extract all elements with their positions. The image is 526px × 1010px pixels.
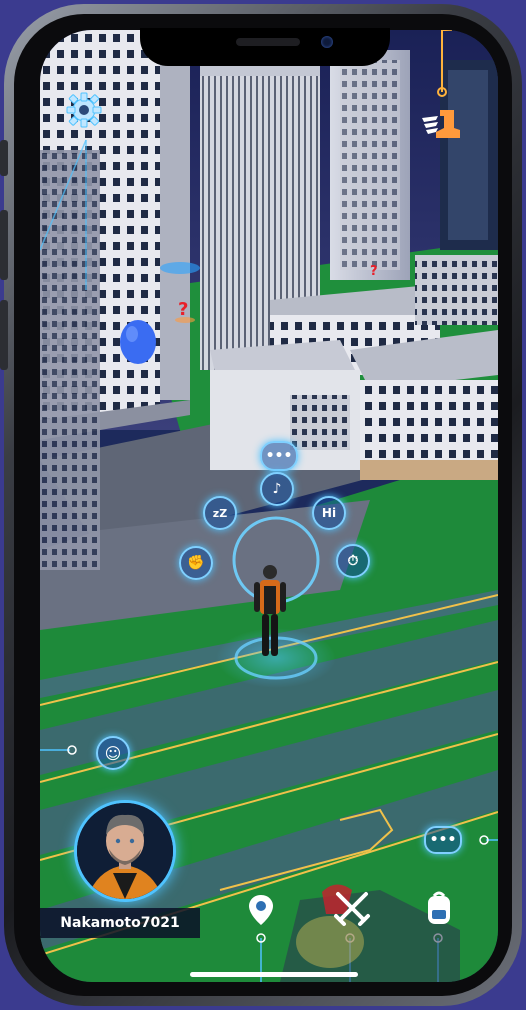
front-camera — [321, 36, 333, 48]
flex-arm-icon: ✊ — [187, 555, 205, 571]
timer-emote-button[interactable]: ⏱ — [336, 544, 370, 578]
battle-button[interactable] — [330, 886, 374, 930]
volume-down-button — [0, 300, 8, 370]
emoji-button[interactable]: ☺ — [96, 736, 130, 770]
speech-bubble-icon: ••• — [265, 448, 293, 464]
chat-button[interactable]: ••• — [424, 826, 462, 854]
home-indicator[interactable] — [190, 972, 358, 977]
hi-emote-button[interactable]: Hi — [312, 496, 346, 530]
volume-up-button — [0, 210, 8, 280]
inventory-button[interactable] — [422, 888, 456, 928]
svg-text:?: ? — [370, 264, 378, 279]
winged-boot-icon — [422, 110, 460, 138]
music-note-icon: ♪ — [272, 481, 282, 497]
hi-emote-label: Hi — [321, 506, 337, 520]
quest-button[interactable] — [420, 106, 466, 146]
music-emote-button[interactable]: ♪ — [260, 472, 294, 506]
chat-emote-button[interactable]: ••• — [260, 441, 298, 471]
sleep-emote-button[interactable]: zZ — [203, 496, 237, 530]
flex-emote-button[interactable]: ✊ — [179, 546, 213, 580]
crossed-swords-icon — [334, 892, 370, 926]
backpack-icon — [428, 891, 450, 924]
avatar[interactable] — [74, 800, 176, 902]
stopwatch-icon: ⏱ — [347, 553, 359, 569]
settings-button[interactable] — [64, 90, 104, 130]
speaker-grille — [236, 38, 300, 46]
game-screen[interactable]: ? ? ••• ♪ zZ Hi ✊ ⏱ ☺ ••• Nakamoto7021 — [40, 30, 498, 982]
notch — [140, 28, 390, 66]
speech-bubble-icon: ••• — [429, 832, 457, 848]
mute-switch — [0, 140, 8, 176]
gear-icon — [66, 92, 102, 128]
username-label: Nakamoto7021 — [40, 908, 200, 938]
svg-text:?: ? — [178, 299, 188, 320]
map-pin-icon — [249, 895, 273, 925]
avatar-portrait — [77, 803, 173, 899]
map-button[interactable] — [244, 892, 278, 928]
smiley-icon: ☺ — [104, 743, 122, 763]
sleep-zz-icon: zZ — [212, 506, 228, 520]
